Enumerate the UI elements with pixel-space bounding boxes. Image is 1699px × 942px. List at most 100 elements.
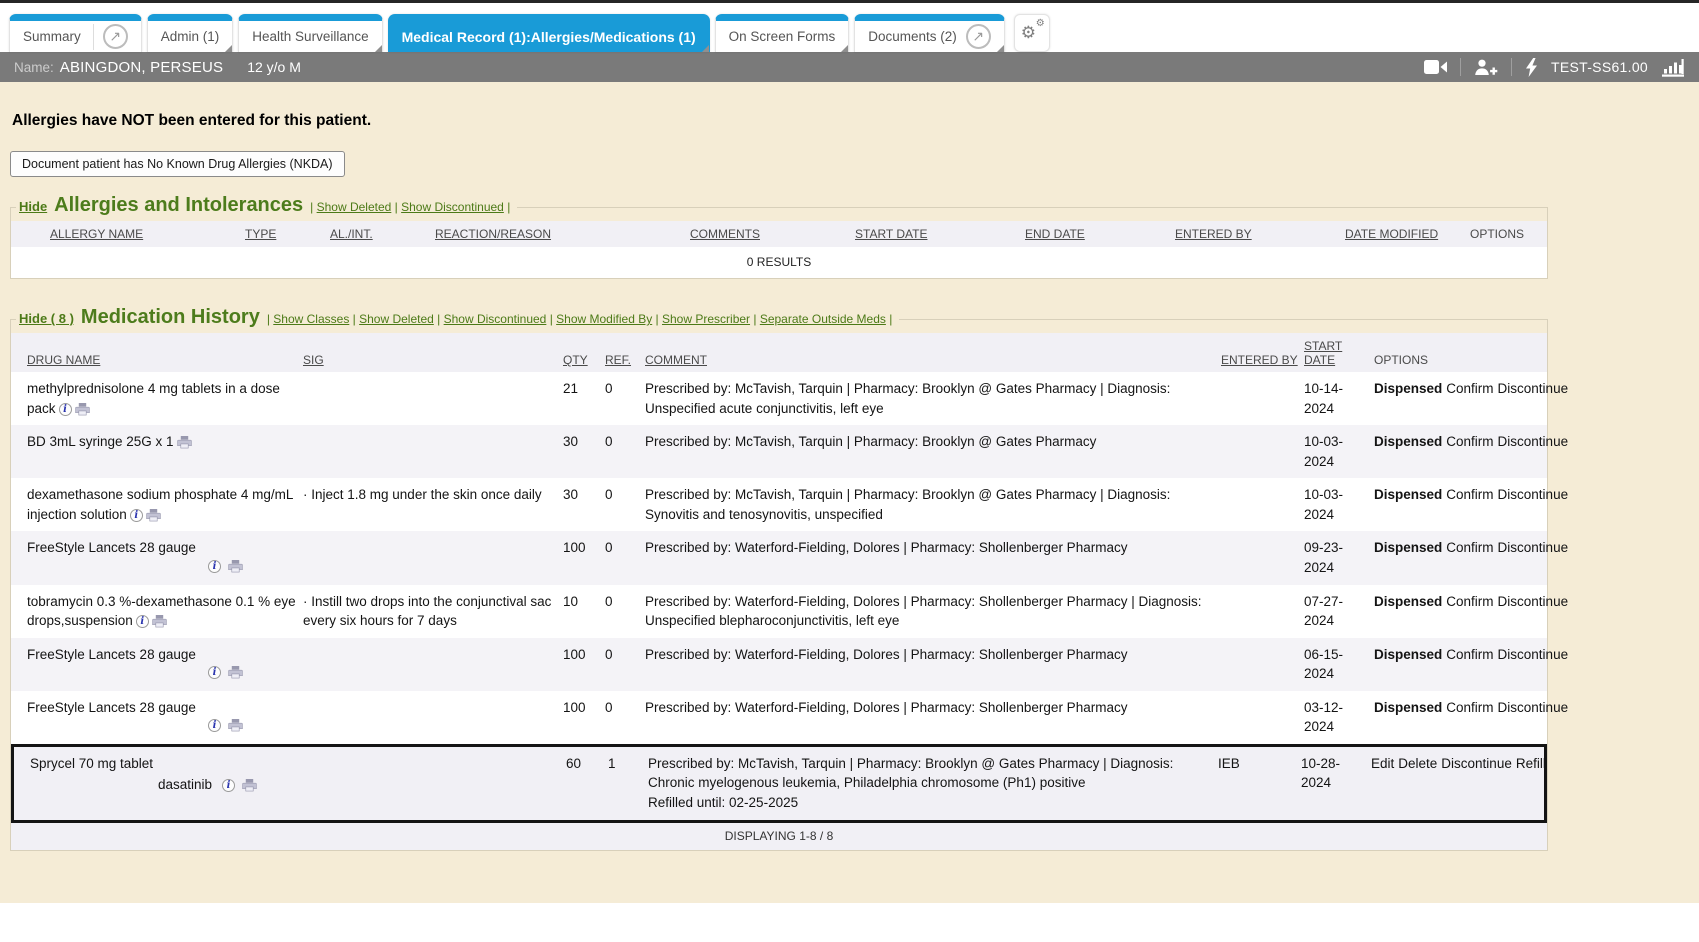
edit-link[interactable]: Edit — [1371, 756, 1394, 771]
drug-cell: Sprycel 70 mg tablet dasatinibi — [14, 754, 306, 813]
col-drug-name[interactable]: DRUG NAME — [27, 353, 100, 367]
qty-cell: 10 — [563, 592, 605, 631]
confirm-link[interactable]: Confirm — [1446, 647, 1493, 662]
discontinue-link[interactable]: Discontinue — [1498, 700, 1569, 715]
medications-hide-link[interactable]: Hide ( 8 ) — [19, 311, 74, 326]
start-date-cell: 03-12-2024 — [1304, 698, 1374, 737]
discontinue-link[interactable]: Discontinue — [1498, 434, 1569, 449]
tab-health-surveillance[interactable]: Health Surveillance — [238, 14, 382, 52]
ref-cell: 1 — [608, 754, 648, 813]
col-reaction-reason[interactable]: REACTION/REASON — [435, 227, 551, 241]
printer-icon[interactable] — [228, 666, 243, 679]
printer-icon[interactable] — [228, 719, 243, 732]
col-start-date[interactable]: START DATE — [1304, 339, 1342, 367]
show-prescriber-link[interactable]: Show Prescriber — [662, 312, 750, 326]
discontinue-link[interactable]: Discontinue — [1498, 381, 1569, 396]
info-icon[interactable]: i — [208, 560, 221, 573]
tab-divider — [93, 24, 94, 50]
printer-icon[interactable] — [242, 779, 257, 792]
open-in-new-window-icon[interactable]: ↗ — [103, 24, 128, 49]
confirm-link[interactable]: Confirm — [1446, 700, 1493, 715]
entered-by-cell — [1221, 538, 1304, 577]
info-icon[interactable]: i — [222, 779, 235, 792]
ref-cell: 0 — [605, 538, 645, 577]
col-start-date[interactable]: START DATE — [855, 227, 927, 241]
table-row: methylprednisolone 4 mg tablets in a dos… — [11, 372, 1547, 425]
qty-cell: 100 — [563, 698, 605, 737]
printer-icon[interactable] — [146, 509, 161, 522]
confirm-link[interactable]: Confirm — [1446, 381, 1493, 396]
printer-icon[interactable] — [75, 403, 90, 416]
discontinue-link[interactable]: Discontinue — [1498, 594, 1569, 609]
col-date-modified[interactable]: DATE MODIFIED — [1345, 227, 1438, 241]
qty-cell: 100 — [563, 645, 605, 684]
tab-summary[interactable]: Summary ↗ — [9, 14, 142, 52]
col-entered-by[interactable]: ENTERED BY — [1175, 227, 1252, 241]
start-date-cell: 10-03-2024 — [1304, 485, 1374, 524]
nkda-button[interactable]: Document patient has No Known Drug Aller… — [10, 151, 345, 177]
table-row-highlighted: Sprycel 70 mg tablet dasatinibi 60 1 Pre… — [11, 744, 1547, 823]
options-cell: DispensedConfirmDiscontinue — [1374, 485, 1547, 524]
col-type[interactable]: TYPE — [245, 227, 276, 241]
ref-cell: 0 — [605, 379, 645, 418]
show-deleted-link[interactable]: Show Deleted — [359, 312, 434, 326]
table-row: BD 3mL syringe 25G x 1 30 0 Prescribed b… — [11, 425, 1547, 478]
show-modified-by-link[interactable]: Show Modified By — [556, 312, 652, 326]
comment-cell: Prescribed by: McTavish, Tarquin | Pharm… — [645, 485, 1221, 524]
show-discontinued-link[interactable]: Show Discontinued — [401, 200, 504, 214]
lightning-icon[interactable] — [1525, 58, 1538, 77]
info-icon[interactable]: i — [130, 509, 143, 522]
table-row: FreeStyle Lancets 28 gauge i 100 0 Presc… — [11, 691, 1547, 744]
start-date-cell: 10-03-2024 — [1304, 432, 1374, 471]
entered-by-cell — [1221, 485, 1304, 524]
col-comments[interactable]: COMMENTS — [690, 227, 760, 241]
comment-cell: Prescribed by: Waterford-Fielding, Dolor… — [645, 698, 1221, 737]
info-icon[interactable]: i — [208, 719, 221, 732]
tab-bar: Summary ↗ Admin (1) Health Surveillance … — [0, 3, 1699, 52]
open-in-new-window-icon[interactable]: ↗ — [966, 24, 991, 49]
col-comment[interactable]: COMMENT — [645, 353, 707, 367]
col-qty[interactable]: QTY — [563, 353, 588, 367]
discontinue-link[interactable]: Discontinue — [1441, 756, 1512, 771]
allergies-hide-link[interactable]: Hide — [19, 199, 47, 214]
refill-link[interactable]: Refill — [1516, 756, 1546, 771]
tab-health-surveillance-label: Health Surveillance — [252, 29, 368, 44]
show-discontinued-link[interactable]: Show Discontinued — [444, 312, 547, 326]
settings-button[interactable]: ⚙ ⚙ — [1014, 14, 1050, 52]
col-al-int[interactable]: AL./INT. — [330, 227, 373, 241]
printer-icon[interactable] — [177, 436, 192, 449]
bar-chart-icon[interactable] — [1661, 58, 1685, 77]
printer-icon[interactable] — [152, 615, 167, 628]
show-classes-link[interactable]: Show Classes — [273, 312, 349, 326]
confirm-link[interactable]: Confirm — [1446, 487, 1493, 502]
discontinue-link[interactable]: Discontinue — [1498, 487, 1569, 502]
discontinue-link[interactable]: Discontinue — [1498, 540, 1569, 555]
show-deleted-link[interactable]: Show Deleted — [317, 200, 392, 214]
discontinue-link[interactable]: Discontinue — [1498, 647, 1569, 662]
confirm-link[interactable]: Confirm — [1446, 434, 1493, 449]
printer-icon[interactable] — [228, 560, 243, 573]
info-icon[interactable]: i — [136, 615, 149, 628]
col-end-date[interactable]: END DATE — [1025, 227, 1085, 241]
confirm-link[interactable]: Confirm — [1446, 594, 1493, 609]
tab-admin[interactable]: Admin (1) — [147, 14, 234, 52]
col-allergy-name[interactable]: ALLERGY NAME — [50, 227, 143, 241]
col-ref[interactable]: REF. — [605, 353, 631, 367]
dispensed-status: Dispensed — [1374, 434, 1442, 449]
options-cell: DispensedConfirmDiscontinue — [1374, 698, 1547, 737]
info-icon[interactable]: i — [59, 403, 72, 416]
sig-cell — [306, 754, 566, 813]
ref-cell: 0 — [605, 592, 645, 631]
tab-on-screen-forms[interactable]: On Screen Forms — [715, 14, 850, 52]
add-person-icon[interactable] — [1474, 59, 1498, 76]
patient-name: ABINGDON, PERSEUS — [60, 59, 223, 76]
confirm-link[interactable]: Confirm — [1446, 540, 1493, 555]
tab-medical-record-active[interactable]: Medical Record (1):Allergies/Medications… — [388, 14, 710, 52]
video-camera-icon[interactable] — [1424, 59, 1447, 75]
col-entered-by[interactable]: ENTERED BY — [1221, 353, 1298, 367]
tab-documents[interactable]: Documents (2) ↗ — [854, 14, 1005, 52]
col-sig[interactable]: SIG — [303, 353, 324, 367]
delete-link[interactable]: Delete — [1398, 756, 1437, 771]
separate-outside-meds-link[interactable]: Separate Outside Meds — [760, 312, 886, 326]
info-icon[interactable]: i — [208, 666, 221, 679]
